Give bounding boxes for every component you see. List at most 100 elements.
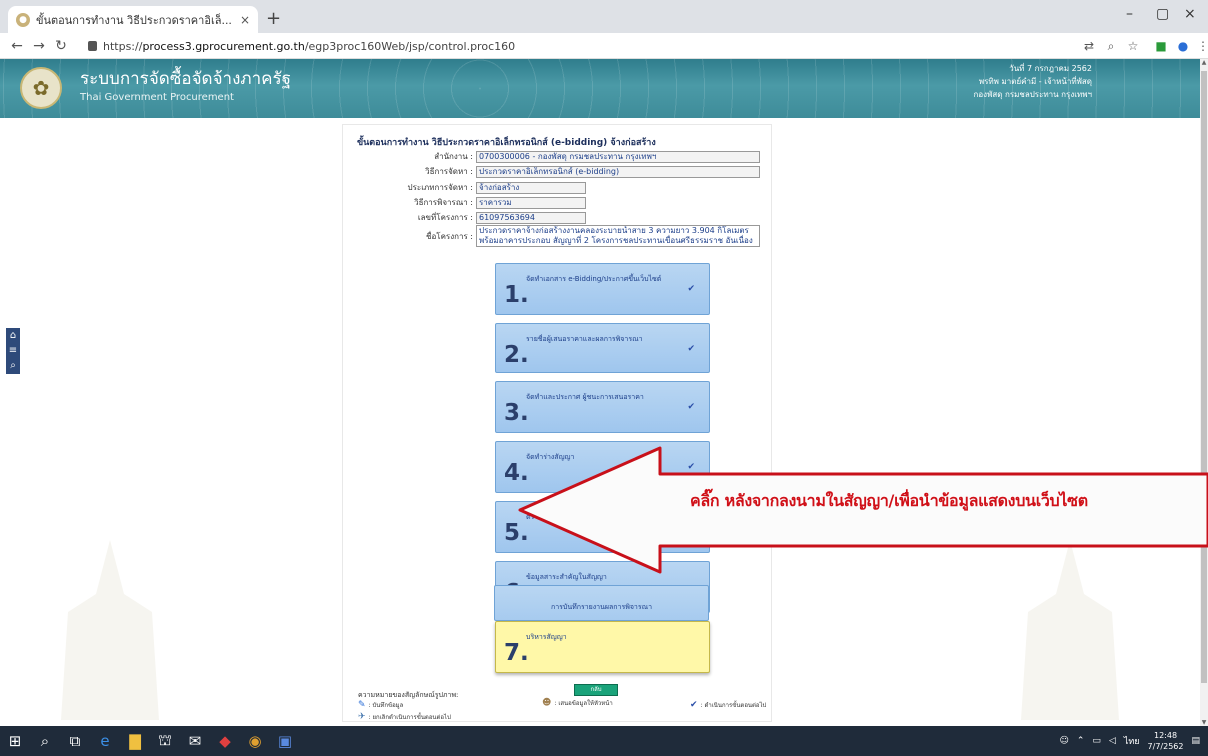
step-number: 5. xyxy=(504,520,529,546)
site-header: ✿ ระบบการจัดซื้อจัดจ้างภาครัฐ Thai Gover… xyxy=(0,59,1200,118)
address-bar: ← → ↻ https://process3.gprocurement.go.t… xyxy=(0,33,1208,59)
url-field[interactable]: https://process3.gprocurement.go.th/egp3… xyxy=(88,36,1098,56)
field-label: วิธีการพิจารณา : xyxy=(414,198,473,207)
step-number: 2. xyxy=(504,342,529,368)
file-explorer-icon[interactable]: ▇ xyxy=(120,726,150,756)
step-3-button[interactable]: 3. จัดทำและประกาศ ผู้ชนะการเสนอราคา ✔ xyxy=(495,381,710,433)
language-indicator[interactable]: ไทย xyxy=(1124,734,1140,748)
check-icon: ✔ xyxy=(687,344,695,354)
field-value: ราคารวม xyxy=(476,196,586,209)
network-icon[interactable]: ▭ xyxy=(1092,736,1101,746)
mail-icon[interactable]: ✉ xyxy=(180,726,210,756)
tab-close-icon[interactable]: × xyxy=(240,13,250,27)
temple-decoration xyxy=(1021,540,1119,720)
extension-icon[interactable]: ■ xyxy=(1152,37,1170,55)
field-value: 61097563694 xyxy=(476,211,586,224)
back-button[interactable]: กลับ xyxy=(574,684,618,696)
menu-dots-icon[interactable]: ⋮ xyxy=(1194,37,1208,55)
step-label: จัดทำเอกสาร e-Bidding/ประกาศขึ้นเว็บไซต์ xyxy=(526,275,662,283)
legend-text: : ดำเนินการขั้นตอนต่อไป xyxy=(700,702,767,709)
field-label: ชื่อโครงการ : xyxy=(426,231,473,241)
bookmark-star-icon[interactable]: ☆ xyxy=(1124,37,1142,55)
tray-chevron-icon[interactable]: ⌃ xyxy=(1077,736,1085,746)
legend-text: : เสนอข้อมูลให้หัวหน้า xyxy=(554,700,613,707)
legend-item: ✈ : ยกเลิกดำเนินการขั้นตอนต่อไป xyxy=(358,712,451,722)
url-prefix: https:// xyxy=(103,39,143,53)
acrobat-icon[interactable]: ◆ xyxy=(210,726,240,756)
home-icon[interactable]: ⌂ xyxy=(10,330,16,342)
windows-taskbar: ⊞ ⌕ ⧉ e ▇ ⛫ ✉ ◆ ◉ ▣ ☺ ⌃ ▭ ◁ ไทย 12:48 7/… xyxy=(0,726,1208,756)
site-title: ระบบการจัดซื้อจัดจ้างภาครัฐ xyxy=(80,69,292,89)
clock-time: 12:48 xyxy=(1153,731,1178,740)
project-name-textarea[interactable]: ประกวดราคาจ้างก่อสร้างงานคลองระบายน้ำสาย… xyxy=(476,225,760,247)
volume-icon[interactable]: ◁ xyxy=(1109,736,1116,746)
search-icon[interactable]: ⌕ xyxy=(10,360,16,372)
maximize-button[interactable]: ▢ xyxy=(1156,6,1169,22)
step-number: 4. xyxy=(504,460,529,486)
user-info-name: พรทิพ มาตย์คำมี - เจ้าหน้าที่พัสดุ xyxy=(978,77,1092,86)
tab-title: ขั้นตอนการทำงาน วิธีประกวดราคาอิเล็... xyxy=(36,13,232,27)
step-7-button[interactable]: 7. บริหารสัญญา xyxy=(495,621,710,673)
url-domain: process3.gprocurement.go.th xyxy=(142,39,305,53)
forward-arrow-icon[interactable]: → xyxy=(28,38,50,54)
new-tab-button[interactable]: + xyxy=(266,8,281,29)
field-row-method: วิธีการจัดหา : ประกวดราคาอิเล็กทรอนิกส์ … xyxy=(343,165,760,178)
people-icon[interactable]: ☺ xyxy=(1059,736,1068,746)
step-5-button[interactable]: 5. ตรวจสอบหลักประกันสัญญาและจัดทำสัญญา xyxy=(495,501,710,553)
evaluation-report-button[interactable]: การบันทึกรายงานผลการพิจารณา xyxy=(494,585,709,621)
browser-tab[interactable]: ● ขั้นตอนการทำงาน วิธีประกวดราคาอิเล็...… xyxy=(8,6,258,33)
site-subtitle: Thai Government Procurement xyxy=(80,92,234,103)
edit-icon: ✎ xyxy=(358,700,366,710)
user-info-date: วันที่ 7 กรกฎาคม 2562 xyxy=(1009,64,1092,73)
field-row-office: สำนักงาน : 0700300006 - กองพัสดุ กรมชลปร… xyxy=(343,150,760,163)
step-1-button[interactable]: 1. จัดทำเอกสาร e-Bidding/ประกาศขึ้นเว็บไ… xyxy=(495,263,710,315)
field-row-project-name: ชื่อโครงการ : ประกวดราคาจ้างก่อสร้างงานค… xyxy=(343,225,760,247)
store-icon[interactable]: ⛫ xyxy=(150,726,180,756)
chrome-icon[interactable]: ◉ xyxy=(240,726,270,756)
notification-icon[interactable]: ▤ xyxy=(1191,736,1200,746)
clock[interactable]: 12:48 7/7/2562 xyxy=(1148,730,1184,752)
legend-text: : ยกเลิกดำเนินการขั้นตอนต่อไป xyxy=(368,714,451,721)
reload-icon[interactable]: ↻ xyxy=(50,38,72,54)
field-label: สำนักงาน : xyxy=(434,152,473,161)
field-row-type: ประเภทการจัดหา : จ้างก่อสร้าง xyxy=(343,181,586,194)
legend-item: ✔ : ดำเนินการขั้นตอนต่อไป xyxy=(690,700,766,710)
scroll-down-icon[interactable]: ▼ xyxy=(1200,719,1208,726)
minimize-button[interactable]: – xyxy=(1126,6,1133,22)
legend-text: : บันทึกข้อมูล xyxy=(368,702,404,709)
side-toolbar: ⌂ ≡ ⌕ xyxy=(6,328,20,374)
step-label: รายชื่อผู้เสนอราคาและผลการพิจารณา xyxy=(526,335,643,343)
field-label: ประเภทการจัดหา : xyxy=(407,183,473,192)
profile-icon[interactable]: ● xyxy=(1174,37,1192,55)
page-scrollbar[interactable]: ▲ ▼ xyxy=(1200,59,1208,726)
clock-date: 7/7/2562 xyxy=(1147,742,1184,751)
scroll-thumb[interactable] xyxy=(1201,71,1207,683)
zoom-icon[interactable]: ⌕ xyxy=(1102,37,1120,55)
step-2-button[interactable]: 2. รายชื่อผู้เสนอราคาและผลการพิจารณา ✔ xyxy=(495,323,710,373)
procurement-steps-panel: ขั้นตอนการทำงาน วิธีประกวดราคาอิเล็กทรอน… xyxy=(342,124,772,722)
step-label: ข้อมูลสาระสำคัญในสัญญา xyxy=(526,573,607,581)
check-icon: ✔ xyxy=(687,284,695,294)
menu-icon[interactable]: ≡ xyxy=(9,345,17,357)
field-row-criteria: วิธีการพิจารณา : ราคารวม xyxy=(343,196,586,209)
step-number: 3. xyxy=(504,400,529,426)
step-label: จัดทำร่างสัญญา xyxy=(526,453,575,461)
browser-tab-strip: ● ขั้นตอนการทำงาน วิธีประกวดราคาอิเล็...… xyxy=(0,0,1208,33)
search-icon[interactable]: ⌕ xyxy=(30,726,60,756)
windows-start-icon[interactable]: ⊞ xyxy=(0,726,30,756)
edge-icon[interactable]: e xyxy=(90,726,120,756)
check-icon: ✔ xyxy=(690,700,698,710)
system-tray: ☺ ⌃ ▭ ◁ ไทย 12:48 7/7/2562 ▤ xyxy=(1059,726,1208,756)
scroll-up-icon[interactable]: ▲ xyxy=(1200,59,1208,66)
step-label: บริหารสัญญา xyxy=(526,633,567,641)
close-window-button[interactable]: × xyxy=(1184,6,1196,22)
step-number: 7. xyxy=(504,640,529,666)
url-path: /egp3proc160Web/jsp/control.proc160 xyxy=(304,39,516,53)
legend-item: ✎ : บันทึกข้อมูล xyxy=(358,700,403,710)
translate-icon[interactable]: ⇄ xyxy=(1080,37,1098,55)
step-4-button[interactable]: 4. จัดทำร่างสัญญา ✔ xyxy=(495,441,710,493)
field-label: เลขที่โครงการ : xyxy=(417,213,473,222)
back-arrow-icon[interactable]: ← xyxy=(6,38,28,54)
task-view-icon[interactable]: ⧉ xyxy=(60,726,90,756)
app-icon[interactable]: ▣ xyxy=(270,726,300,756)
